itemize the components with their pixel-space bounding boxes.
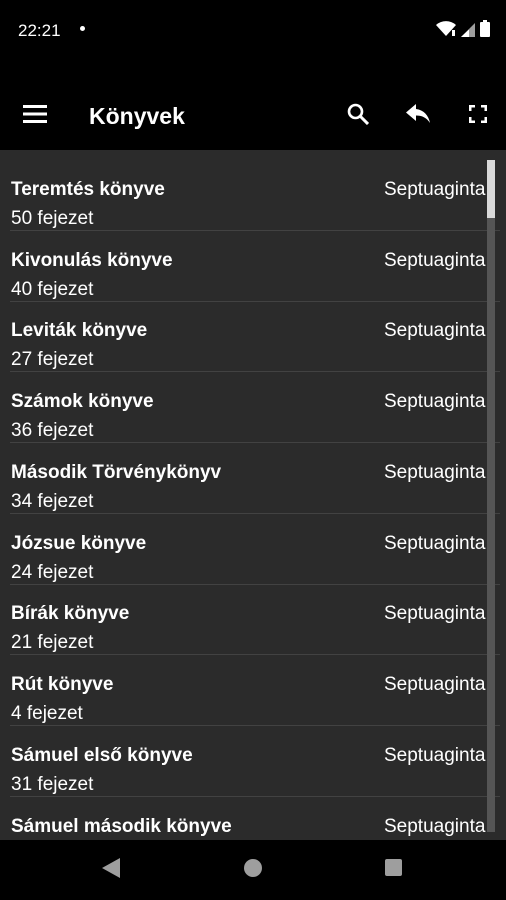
scrollbar-track[interactable] (487, 160, 495, 832)
status-time: 22:21 (18, 21, 61, 40)
book-chapters: 34 fejezet (11, 491, 94, 512)
search-icon (347, 103, 370, 130)
menu-button[interactable] (14, 82, 56, 150)
book-chapters: 36 fejezet (11, 420, 94, 441)
book-chapters: 50 fejezet (11, 208, 94, 229)
system-nav-bar (0, 840, 506, 900)
list-item[interactable]: Második Törvénykönyv 34 fejezet Septuagi… (0, 443, 500, 514)
book-canon: Septuaginta (384, 179, 486, 200)
nav-back-button[interactable] (81, 840, 141, 900)
book-chapters: 31 fejezet (11, 774, 94, 795)
reply-icon (406, 103, 430, 129)
book-canon: Septuaginta (384, 816, 486, 837)
list-item[interactable]: Sámuel első könyve 31 fejezet Septuagint… (0, 726, 500, 797)
book-name: Sámuel első könyve (11, 745, 193, 766)
cell-signal-icon (461, 21, 475, 42)
fullscreen-button[interactable] (458, 82, 498, 150)
notification-dot-icon (80, 26, 85, 31)
book-list[interactable]: Teremtés könyve 50 fejezet Septuaginta K… (0, 150, 506, 840)
book-name: Második Törvénykönyv (11, 462, 222, 483)
book-canon: Septuaginta (384, 745, 486, 766)
book-chapters: 4 fejezet (11, 703, 83, 724)
book-canon: Septuaginta (384, 533, 486, 554)
book-name: Józsue könyve (11, 533, 147, 554)
list-item[interactable]: Rút könyve 4 fejezet Septuaginta (0, 655, 500, 726)
page-title: Könyvek (89, 103, 185, 129)
book-name: Sámuel második könyve (11, 816, 232, 837)
list-item[interactable]: Teremtés könyve 50 fejezet Septuaginta (0, 160, 500, 231)
book-chapters: 40 fejezet (11, 279, 94, 300)
book-name: Teremtés könyve (11, 179, 165, 200)
book-name: Bírák könyve (11, 603, 130, 624)
book-name: Kivonulás könyve (11, 250, 173, 271)
book-chapters: 21 fejezet (11, 632, 94, 653)
book-chapters: 27 fejezet (11, 349, 94, 370)
wifi-icon (436, 20, 456, 42)
search-button[interactable] (338, 82, 378, 150)
battery-icon (480, 20, 490, 42)
app-toolbar: Könyvek (0, 82, 506, 150)
reply-button[interactable] (398, 82, 438, 150)
book-canon: Septuaginta (384, 391, 486, 412)
nav-recents-button[interactable] (363, 840, 423, 900)
recents-square-icon (384, 859, 402, 881)
list-item[interactable]: Számok könyve 36 fejezet Septuaginta (0, 372, 500, 443)
list-item[interactable]: Leviták könyve 27 fejezet Septuaginta (0, 301, 500, 372)
book-name: Rút könyve (11, 674, 114, 695)
scrollbar-thumb[interactable] (487, 160, 495, 218)
menu-icon (23, 104, 47, 128)
home-circle-icon (244, 858, 262, 882)
book-name: Számok könyve (11, 391, 154, 412)
book-chapters: 24 fejezet (11, 562, 94, 583)
list-item[interactable]: Sámuel második könyve Septuaginta (0, 797, 500, 840)
book-canon: Septuaginta (384, 674, 486, 695)
nav-home-button[interactable] (223, 840, 283, 900)
fullscreen-icon (469, 104, 487, 128)
back-triangle-icon (102, 857, 120, 883)
status-icons (436, 20, 490, 42)
status-bar: 22:21 (0, 0, 506, 64)
book-canon: Septuaginta (384, 250, 486, 271)
book-canon: Septuaginta (384, 603, 486, 624)
book-name: Leviták könyve (11, 320, 148, 341)
list-item[interactable]: Józsue könyve 24 fejezet Septuaginta (0, 514, 500, 585)
book-canon: Septuaginta (384, 320, 486, 341)
list-item[interactable]: Bírák könyve 21 fejezet Septuaginta (0, 584, 500, 655)
book-canon: Septuaginta (384, 462, 486, 483)
list-item[interactable]: Kivonulás könyve 40 fejezet Septuaginta (0, 231, 500, 302)
